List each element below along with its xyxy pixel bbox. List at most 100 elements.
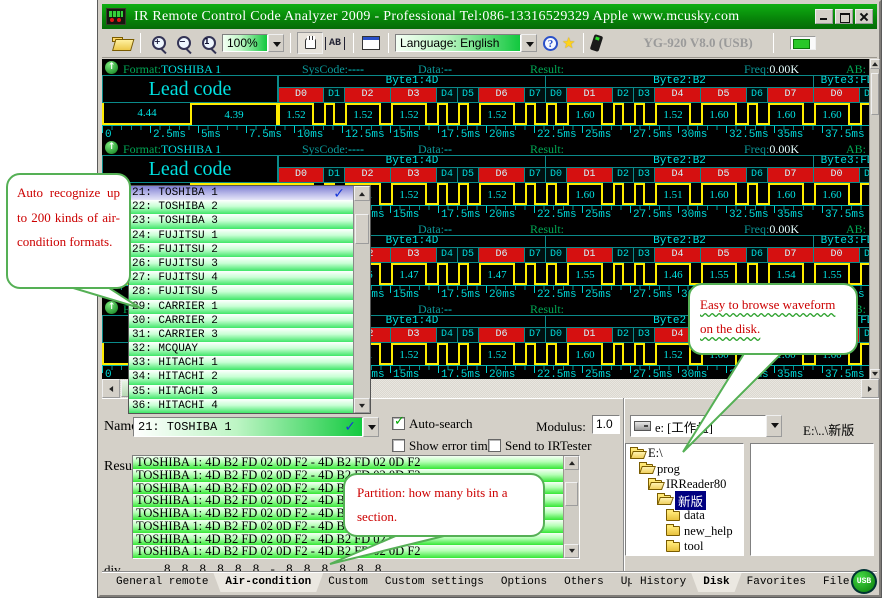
tab-air-condition[interactable]: Air-condition [213,573,323,592]
tree-item[interactable]: data [626,508,743,524]
waveform-vertical-scrollbar[interactable] [869,59,879,379]
waveform-header-field: Data:-- [418,62,452,77]
tab-custom-settings[interactable]: Custom settings [373,573,496,592]
help-button[interactable]: ? [541,32,560,54]
waveform-header-field: SysCode:---- [302,62,364,77]
wave-segment [536,183,546,205]
name-dropdown-arrow[interactable] [363,417,379,437]
header-text: TOSHIBA 1 [161,142,221,156]
time-tick-label: 12.5ms [345,129,385,139]
wave-segment: 1.60 [814,103,850,125]
tab-general-remote[interactable]: General remote [104,573,220,592]
zoom-out-button[interactable]: − [172,32,197,54]
tree-item[interactable]: 新版 [626,493,743,509]
header-text: Freq: [744,222,769,236]
tree-item[interactable]: tool [626,539,743,555]
format-list-item[interactable]: 31: CARRIER 3 [129,328,353,342]
format-dropdown-list[interactable]: 21: TOSHIBA 1✓22: TOSHIBA 223: TOSHIBA 3… [128,185,371,414]
minimize-button[interactable] [815,9,833,24]
format-list-item[interactable]: 26: FUJITSU 3 [129,257,353,271]
measure-ab-button[interactable]: AB [323,32,347,54]
open-file-button[interactable] [110,32,134,54]
tab-options[interactable]: Options [489,573,559,592]
result-line[interactable]: TOSHIBA 1: 4D B2 FD 02 0D F2 - 4D B2 FD … [133,456,563,469]
wave-segment: 1.52 [345,103,381,125]
scroll-down-button[interactable] [354,398,370,413]
scroll-left-button[interactable] [102,379,120,398]
language-combo[interactable]: Language: English [395,34,537,52]
tab-favorites[interactable]: Favorites [735,573,818,592]
close-button[interactable] [855,9,873,24]
zoom-in-button[interactable]: + [147,32,172,54]
pan-tool-button[interactable] [297,32,323,54]
format-list-item[interactable]: 22: TOSHIBA 2 [129,200,353,214]
scrollbar-thumb[interactable] [871,73,879,115]
scroll-right-button[interactable] [861,379,879,398]
tab-disk[interactable]: Disk [691,573,741,592]
format-list-item[interactable]: 24: FUJITSU 1 [129,229,353,243]
tree-item[interactable]: prog [626,462,743,478]
format-list-item[interactable]: 35: HITACHI 3 [129,385,353,399]
tree-item[interactable]: new_help [626,524,743,540]
remote-tool-button[interactable] [590,32,603,54]
auto-search-checkbox[interactable]: ✓ [392,417,405,430]
format-list-item[interactable]: 29: CARRIER 1 [129,300,353,314]
bit-cell: D2 [613,328,634,343]
window-layout-button[interactable] [360,32,382,54]
wave-segment [624,263,634,285]
scroll-down-button[interactable] [870,369,880,379]
format-list-item[interactable]: 30: CARRIER 2 [129,314,353,328]
format-list-item[interactable]: 28: FUJITSU 5 [129,285,353,299]
maximize-button[interactable] [835,9,853,24]
result-scrollbar[interactable] [563,456,579,558]
title-bar[interactable]: IR Remote Control Code Analyzer 2009 - P… [102,4,877,29]
tab-history[interactable]: History [628,573,698,592]
file-list[interactable] [750,443,874,556]
zoom-percent-combo[interactable]: 100% [222,34,284,52]
scroll-up-button[interactable] [870,59,880,69]
zoom-dropdown-arrow[interactable] [268,34,284,52]
list-scrollbar[interactable] [353,186,370,413]
wave-segment [536,103,546,125]
format-list-item[interactable]: 36: HITACHI 4 [129,399,353,413]
format-list-item[interactable]: 32: MCQUAY [129,342,353,356]
format-list-item[interactable]: 27: FUJITSU 4 [129,271,353,285]
format-list-item[interactable]: 33: HITACHI 1 [129,356,353,370]
bit-cell: D1 [860,328,869,343]
zoom-reset-button[interactable]: 1 [197,32,222,54]
scroll-up-icon[interactable]: ↑ [105,61,118,74]
favorites-button[interactable]: ★ [560,32,577,54]
wave-segment [804,183,814,205]
bubble-tail [678,348,790,458]
scrollbar-thumb[interactable] [565,482,578,506]
format-list-item[interactable]: 21: TOSHIBA 1✓ [129,186,353,200]
send-to-irtester-checkbox[interactable] [488,439,501,452]
tab-others[interactable]: Others [552,573,616,592]
bit-cell: D4 [655,88,701,103]
wave-segment [427,263,437,285]
folder-tree[interactable]: E:\progIRReader80新版datanew_helptool [625,443,744,556]
scroll-down-button[interactable] [564,544,579,558]
waveform-header-field: Format:TOSHIBA 1 [123,62,221,77]
header-text: AB: [846,222,866,236]
wave-segment: 4.39 [190,103,278,125]
scroll-up-button[interactable] [564,456,579,470]
language-dropdown-arrow[interactable] [521,34,537,52]
scroll-up-button[interactable] [354,186,370,201]
scrollbar-thumb[interactable] [355,214,369,244]
wave-segment [381,183,391,205]
format-list-item[interactable]: 25: FUJITSU 2 [129,243,353,257]
show-error-time-checkbox[interactable] [392,439,405,452]
time-tick-label: 2.5ms [153,129,186,139]
scroll-up-icon[interactable]: ↑ [105,141,118,154]
zoom-one-icon: 1 [201,35,218,52]
folder-icon [666,526,680,536]
format-list-item[interactable]: 23: TOSHIBA 3 [129,214,353,228]
modulus-input[interactable]: 1.0 [592,415,620,434]
tab-custom[interactable]: Custom [316,573,380,592]
header-text: Data: [418,142,444,156]
format-name-combo[interactable]: 21: TOSHIBA 1✓ [133,417,379,437]
wave-segment: 1.60 [567,343,603,365]
open-folder-icon [630,449,644,459]
format-list-item[interactable]: 34: HITACHI 2 [129,370,353,384]
